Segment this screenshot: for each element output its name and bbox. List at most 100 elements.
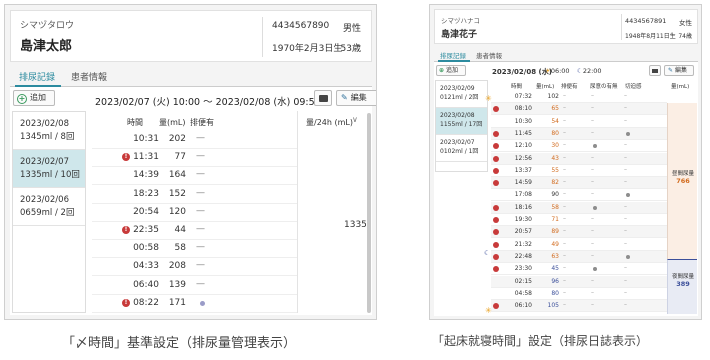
warning-icon <box>493 143 499 150</box>
day-item[interactable]: 2023/02/08 1345ml / 8回 <box>13 112 85 150</box>
day-item[interactable]: 2023/02/06 0659ml / 2回 <box>13 188 85 226</box>
row-time: 12:56 <box>514 154 532 162</box>
table-row[interactable]: 21:32 49– – – <box>491 239 667 251</box>
empty-dash: – <box>624 104 627 112</box>
table-row[interactable]: 11:45 80– – <box>491 127 667 140</box>
empty-dash: – <box>563 215 566 222</box>
row-urge: — <box>196 278 205 289</box>
day-item[interactable]: 2023/02/09 0121ml / 2回 <box>436 81 487 108</box>
print-button[interactable] <box>649 65 661 76</box>
tab-patient-info[interactable]: 患者情報 <box>476 50 502 60</box>
empty-dash: – <box>591 116 594 124</box>
table-row[interactable]: 18:16 58– – <box>491 201 667 214</box>
table-row[interactable]: ! 11:31 77 — <box>92 148 297 168</box>
table-row[interactable]: 22:48 63– – <box>491 250 667 263</box>
tab-urination-record[interactable]: 排尿記録 <box>440 50 466 60</box>
sun-icon: ✳ <box>485 94 492 103</box>
warning-icon: ! <box>122 226 130 234</box>
col-bowel: 排便有 <box>561 84 578 90</box>
table-row[interactable]: 19:30 71– – – <box>491 214 667 226</box>
day-summary: 1155ml / 17回 <box>440 121 483 128</box>
day-date: 2023/02/09 <box>440 85 475 92</box>
table-row[interactable]: 02:15 96– – – <box>491 275 667 288</box>
table-row[interactable]: 04:33 208 — <box>92 257 297 277</box>
empty-dash: – <box>591 153 594 161</box>
row-volume: 45 <box>551 265 559 273</box>
table-row[interactable]: 13:37 55– – – <box>491 165 667 177</box>
add-button[interactable]: + 追加 <box>13 90 55 106</box>
edit-button[interactable]: ✎ 編集 <box>664 65 694 76</box>
empty-dash: – <box>591 215 594 222</box>
empty-dash: – <box>563 178 566 186</box>
empty-dash: – <box>591 190 594 198</box>
chevron-down-icon[interactable]: ∨ <box>352 115 358 124</box>
table-row[interactable]: 04:58 80– – – <box>491 288 667 300</box>
row-urge: — <box>196 205 205 216</box>
row-time: 17:08 <box>514 191 532 199</box>
warning-icon: ! <box>122 153 130 162</box>
day-item-selected[interactable]: 2023/02/08 1155ml / 17回 <box>436 108 487 135</box>
row-volume: 105 <box>547 302 559 310</box>
row-volume: 80 <box>551 289 559 297</box>
empty-dash: – <box>591 251 594 259</box>
row-time: 22:35 <box>133 225 159 235</box>
indicator-dot-icon <box>593 205 597 210</box>
table-row[interactable]: 12:10 30– – <box>491 140 667 153</box>
empty-dash: – <box>624 92 627 99</box>
row-volume: 208 <box>168 261 186 272</box>
table-row[interactable]: 10:31 202 — <box>92 130 297 149</box>
table-row[interactable]: 20:54 120 — <box>92 203 297 222</box>
diary-table: 時間 量(mL) 排便有 尿意の有無 切迫感 量(mL) 07:32 102– – –… <box>484 80 697 315</box>
add-button[interactable]: ⊕ 追加 <box>436 65 466 76</box>
table-row[interactable]: 06:10 105– – – <box>491 300 667 313</box>
day-date: 2023/02/08 <box>20 119 69 129</box>
indicator-dot-icon <box>626 131 630 136</box>
print-button[interactable] <box>314 90 332 106</box>
row-time: 08:10 <box>514 105 532 113</box>
row-urge: — <box>196 169 205 180</box>
table-row[interactable]: 00:58 58 — <box>92 239 297 259</box>
tab-patient-info[interactable]: 患者情報 <box>71 70 107 83</box>
col-per24: 量/24h (mL) <box>306 118 353 127</box>
patient-header: シマヅタロウ 島津太郎 4434567890 男性 1970年2月3日生 53歳 <box>10 10 372 62</box>
table-row[interactable]: ! 22:35 44 — <box>92 221 297 240</box>
day-item[interactable]: 2023/02/07 0102ml / 1回 <box>436 135 487 162</box>
patient-name: 島津花子 <box>441 30 478 40</box>
table-row[interactable]: 18:23 152 — <box>92 185 297 204</box>
table-row[interactable]: 08:10 65– – – <box>491 103 667 116</box>
empty-dash: – <box>563 190 566 198</box>
empty-dash: – <box>563 153 566 161</box>
table-row[interactable]: 14:39 164 — <box>92 166 297 186</box>
caption-right: 「起床就寝時間」設定（排尿日誌表示） <box>432 334 649 348</box>
warning-icon <box>493 130 499 137</box>
row-time: 14:39 <box>133 170 159 181</box>
row-volume: 71 <box>551 216 559 223</box>
row-volume: 49 <box>551 240 559 248</box>
day-item-selected[interactable]: 2023/02/07 1335ml / 10回 <box>13 150 85 188</box>
warning-icon <box>493 253 499 260</box>
table-row[interactable]: 20:57 89– – – <box>491 226 667 239</box>
empty-dash: – <box>563 104 566 112</box>
patient-sex: 女性 <box>679 19 692 27</box>
table-row[interactable]: 10:30 54– – – <box>491 116 667 128</box>
row-volume: 82 <box>551 179 559 187</box>
table-row[interactable]: 14:59 82– – – <box>491 177 667 190</box>
table-row[interactable]: 07:32 102– – – <box>491 91 667 103</box>
sun-icon: ✳ <box>485 306 492 315</box>
row-volume: 90 <box>551 191 559 199</box>
table-row[interactable]: 12:56 43– – – <box>491 152 667 165</box>
empty-dash: – <box>591 92 594 99</box>
row-urge: — <box>196 224 205 234</box>
warning-icon <box>493 106 499 113</box>
scrollbar[interactable] <box>367 113 371 313</box>
row-volume: 58 <box>551 203 559 211</box>
row-time: 06:40 <box>133 279 159 290</box>
edit-button[interactable]: ✎ 編集 <box>336 90 376 106</box>
table-row[interactable]: ! 08:22 171 <box>92 294 297 313</box>
tab-urination-record[interactable]: 排尿記録 <box>19 70 55 83</box>
row-volume: 164 <box>168 170 186 181</box>
table-row[interactable]: 06:40 139 — <box>92 276 297 295</box>
day-summary: 0659ml / 2回 <box>20 208 75 218</box>
table-row[interactable]: 17:08 90– – <box>491 189 667 202</box>
table-row[interactable]: 23:30 45– – <box>491 263 667 276</box>
